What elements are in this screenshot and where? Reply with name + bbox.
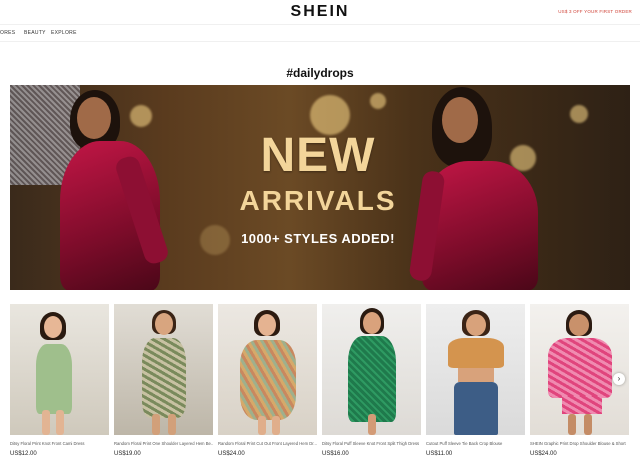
product-name[interactable]: Random Floral Print Cut Out Front Layere… [218, 441, 317, 446]
promo-link[interactable]: US$ 3 OFF YOUR FIRST ORDER [558, 9, 632, 14]
banner-note: 1000+ STYLES ADDED! [241, 231, 395, 246]
section-title: #dailydrops [286, 66, 354, 80]
product-name[interactable]: Ditsy Floral Puff Sleeve Knot Front Spli… [322, 441, 421, 446]
product-image[interactable] [10, 304, 109, 435]
banner-headline: NEW [260, 129, 376, 182]
product-price: US$24.00 [530, 451, 557, 457]
product-carousel: Ditsy Floral Print Knot Front Cami Dress… [10, 304, 630, 464]
nav-item-stores[interactable]: ORES [0, 30, 15, 36]
product-card[interactable]: Cutout Puff Sleeve Tie Back Crop Blouse … [426, 304, 525, 457]
product-card[interactable]: SHEIN Graphic Print Drop Shoulder Blouse… [530, 304, 629, 457]
product-card[interactable]: Ditsy Floral Puff Sleeve Knot Front Spli… [322, 304, 421, 457]
nav-item-beauty[interactable]: BEAUTY [24, 30, 46, 36]
nav-item-explore[interactable]: EXPLORE [51, 30, 77, 36]
product-price: US$16.00 [322, 451, 349, 457]
product-price: US$11.00 [426, 451, 453, 457]
product-price: US$19.00 [114, 451, 141, 457]
banner-model-right [408, 85, 570, 290]
product-card[interactable]: Random Floral Print Cut Out Front Layere… [218, 304, 317, 457]
product-image[interactable] [426, 304, 525, 435]
banner-subheadline: ARRIVALS [239, 185, 397, 216]
product-image[interactable] [530, 304, 629, 435]
product-name[interactable]: Ditsy Floral Print Knot Front Cami Dress [10, 441, 109, 446]
product-image[interactable] [322, 304, 421, 435]
product-price: US$12.00 [10, 451, 37, 457]
product-image[interactable] [218, 304, 317, 435]
top-header: SHEIN US$ 3 OFF YOUR FIRST ORDER [0, 0, 640, 24]
category-nav: ORES BEAUTY EXPLORE [0, 24, 640, 42]
shein-logo[interactable]: SHEIN [0, 3, 640, 21]
product-name[interactable]: SHEIN Graphic Print Drop Shoulder Blouse… [530, 441, 629, 446]
product-card[interactable]: Ditsy Floral Print Knot Front Cami Dress… [10, 304, 109, 457]
product-name[interactable]: Random Floral Print One Shoulder Layered… [114, 441, 213, 446]
product-price: US$24.00 [218, 451, 245, 457]
new-arrivals-banner[interactable]: NEW ARRIVALS 1000+ STYLES ADDED! [10, 85, 630, 290]
bokeh-light [570, 105, 588, 123]
bokeh-light [370, 93, 386, 109]
product-name[interactable]: Cutout Puff Sleeve Tie Back Crop Blouse [426, 441, 525, 446]
product-card[interactable]: Random Floral Print One Shoulder Layered… [114, 304, 213, 457]
product-image[interactable] [114, 304, 213, 435]
banner-model-left [60, 85, 230, 290]
chevron-right-icon[interactable]: › [613, 373, 625, 385]
